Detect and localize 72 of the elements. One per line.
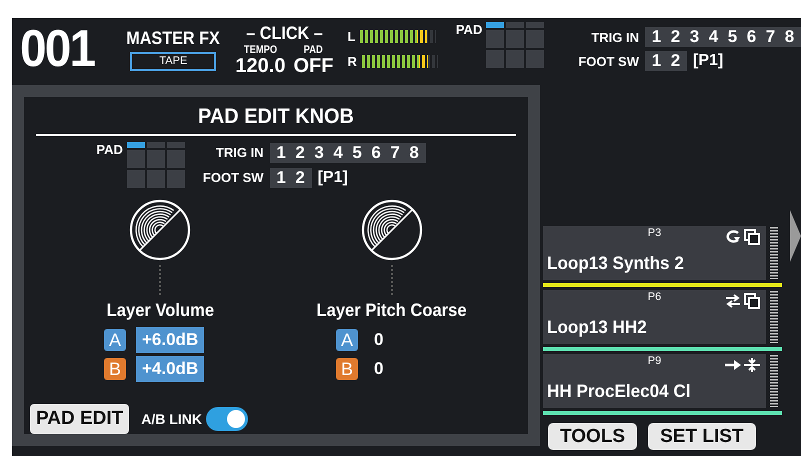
sample-pad-card[interactable]: P9 HH ProcElec04 Cl xyxy=(543,354,766,408)
master-fx-label: MASTER FX xyxy=(126,28,220,48)
input-number: 1 xyxy=(650,27,662,47)
panel-title: PAD EDIT KNOB xyxy=(197,104,355,129)
input-number: 2 xyxy=(294,168,306,188)
tempo-label: TEMPO xyxy=(244,44,278,56)
click-title: – CLICK – xyxy=(246,22,323,44)
parameter-name: Layer Volume xyxy=(106,300,214,321)
input-number: 4 xyxy=(708,27,720,47)
input-number: 8 xyxy=(408,142,420,162)
input-number: 7 xyxy=(764,27,776,47)
parameter-name: Layer Pitch Coarse xyxy=(316,300,467,321)
sample-name: HH ProcElec04 Cl xyxy=(547,381,692,402)
layers-icon xyxy=(744,293,760,309)
input-number: 1 xyxy=(275,142,287,162)
parameter-value[interactable]: 0 xyxy=(368,356,390,382)
level-meter-icon xyxy=(770,291,778,343)
input-number: 1 xyxy=(650,51,662,71)
input-label: TRIG IN xyxy=(214,145,264,160)
input-number: 5 xyxy=(726,27,738,47)
tools-button[interactable]: TOOLS xyxy=(548,423,638,450)
right-arrow-icon xyxy=(725,357,741,373)
input-number: 2 xyxy=(670,51,682,71)
input-number: 7 xyxy=(389,142,401,162)
level-meter-icon xyxy=(770,355,778,407)
channel-label: R xyxy=(347,54,357,69)
level-meter-icon xyxy=(770,227,778,279)
split-icon xyxy=(744,357,760,373)
click-pad-label: PAD xyxy=(304,44,323,56)
tempo-value: 120.0 xyxy=(235,56,286,76)
set-list-button[interactable]: SET LIST xyxy=(648,423,756,450)
input-label: FOOT SW xyxy=(202,170,264,185)
swap-arrows-icon xyxy=(725,293,741,309)
channel-label: L xyxy=(347,29,356,44)
layers-icon xyxy=(744,229,760,245)
layer-badge: B xyxy=(336,358,358,380)
pad-label: PAD xyxy=(96,142,123,157)
input-number: 6 xyxy=(370,142,382,162)
bank-label: [P1] xyxy=(693,52,724,70)
pad-bank-label: P3 xyxy=(648,226,662,241)
input-number: 5 xyxy=(351,142,363,162)
ab-link-label: A/B LINK xyxy=(141,411,202,427)
sample-name: Loop13 HH2 xyxy=(547,317,648,338)
sample-name: Loop13 Synths 2 xyxy=(547,253,685,274)
ab-link-toggle[interactable] xyxy=(206,407,248,431)
input-number: 2 xyxy=(294,142,306,162)
input-label: TRIG IN xyxy=(590,30,639,44)
pad-bank-label: P6 xyxy=(648,290,662,305)
click-pad-value: OFF xyxy=(293,56,334,76)
pad-bank-label: P9 xyxy=(648,354,662,369)
bank-label: [P1] xyxy=(318,168,348,186)
input-number: 4 xyxy=(332,142,344,162)
pad-edit-button[interactable]: PAD EDIT xyxy=(30,404,130,434)
layer-badge: A xyxy=(104,329,126,351)
sample-pad-card[interactable]: P6 Loop13 HH2 xyxy=(543,290,766,344)
input-number: 8 xyxy=(784,27,796,47)
knob-icon[interactable] xyxy=(128,198,192,262)
loop-icon xyxy=(725,229,741,245)
layer-badge: B xyxy=(104,358,126,380)
pad-label: PAD xyxy=(456,22,482,37)
input-number: 3 xyxy=(313,142,325,162)
input-number: 1 xyxy=(275,168,287,188)
input-label: FOOT SW xyxy=(578,54,639,68)
input-number: 3 xyxy=(688,27,700,47)
input-number: 6 xyxy=(746,27,758,47)
input-number: 2 xyxy=(670,27,682,47)
layer-badge: A xyxy=(336,329,358,351)
knob-icon[interactable] xyxy=(360,198,424,262)
program-number: 001 xyxy=(20,19,96,79)
sample-pad-card[interactable]: P3 Loop13 Synths 2 xyxy=(543,226,766,280)
parameter-value[interactable]: 0 xyxy=(368,327,390,353)
fx-type-button[interactable]: TAPE xyxy=(130,52,216,70)
